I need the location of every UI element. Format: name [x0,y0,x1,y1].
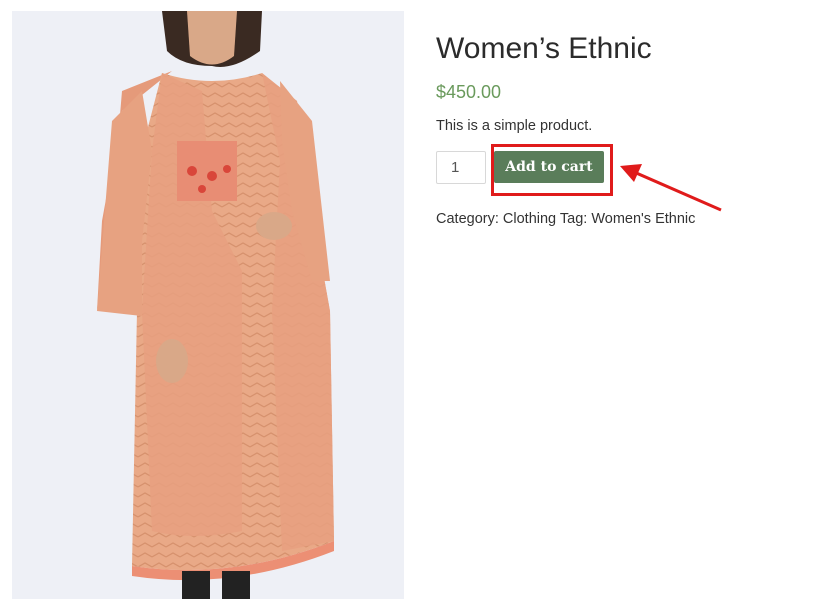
category-prefix: Category: [436,211,499,227]
product-page: Women’s Ethnic $450.00 This is a simple … [0,0,825,614]
tag-prefix: Tag: [559,211,588,227]
product-photo [12,11,404,599]
product-image[interactable] [12,11,404,599]
quantity-input[interactable] [436,151,486,184]
annotation-highlight-box [491,144,613,196]
product-description: This is a simple product. [436,118,593,134]
product-title: Women’s Ethnic [436,32,652,65]
annotation-arrow-icon [620,164,722,212]
category-link[interactable]: Clothing [503,211,556,227]
product-price: $450.00 [436,82,502,102]
